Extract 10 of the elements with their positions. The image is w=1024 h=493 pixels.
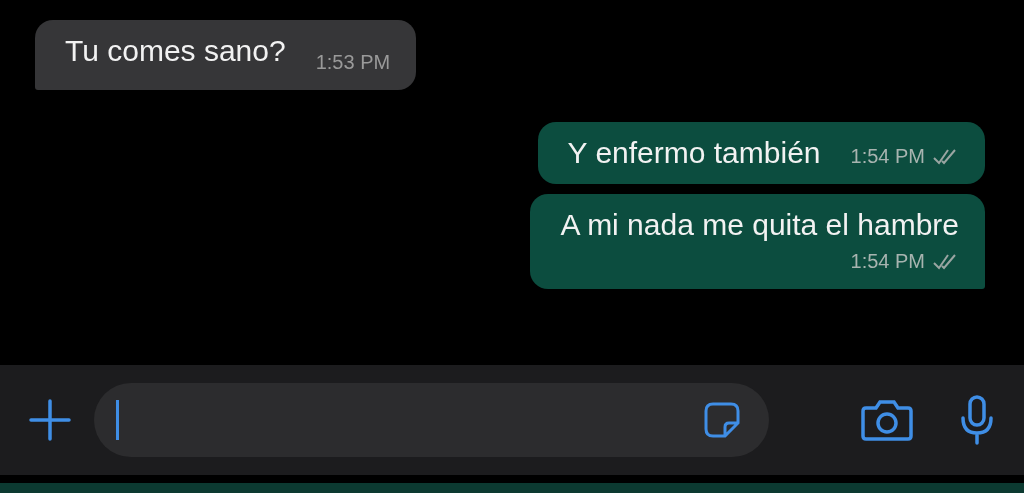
message-time: 1:54 PM: [850, 250, 925, 273]
add-button[interactable]: [28, 398, 72, 442]
message-text: A mi nada me quita el hambre: [560, 208, 959, 242]
sticker-icon[interactable]: [703, 401, 741, 439]
message-text: Tu comes sano?: [65, 34, 286, 69]
message-time: 1:54 PM: [850, 145, 925, 168]
message-text: Y enfermo también: [567, 136, 821, 170]
microphone-icon[interactable]: [960, 394, 994, 446]
camera-icon[interactable]: [860, 398, 914, 442]
message-time: 1:53 PM: [315, 51, 391, 74]
